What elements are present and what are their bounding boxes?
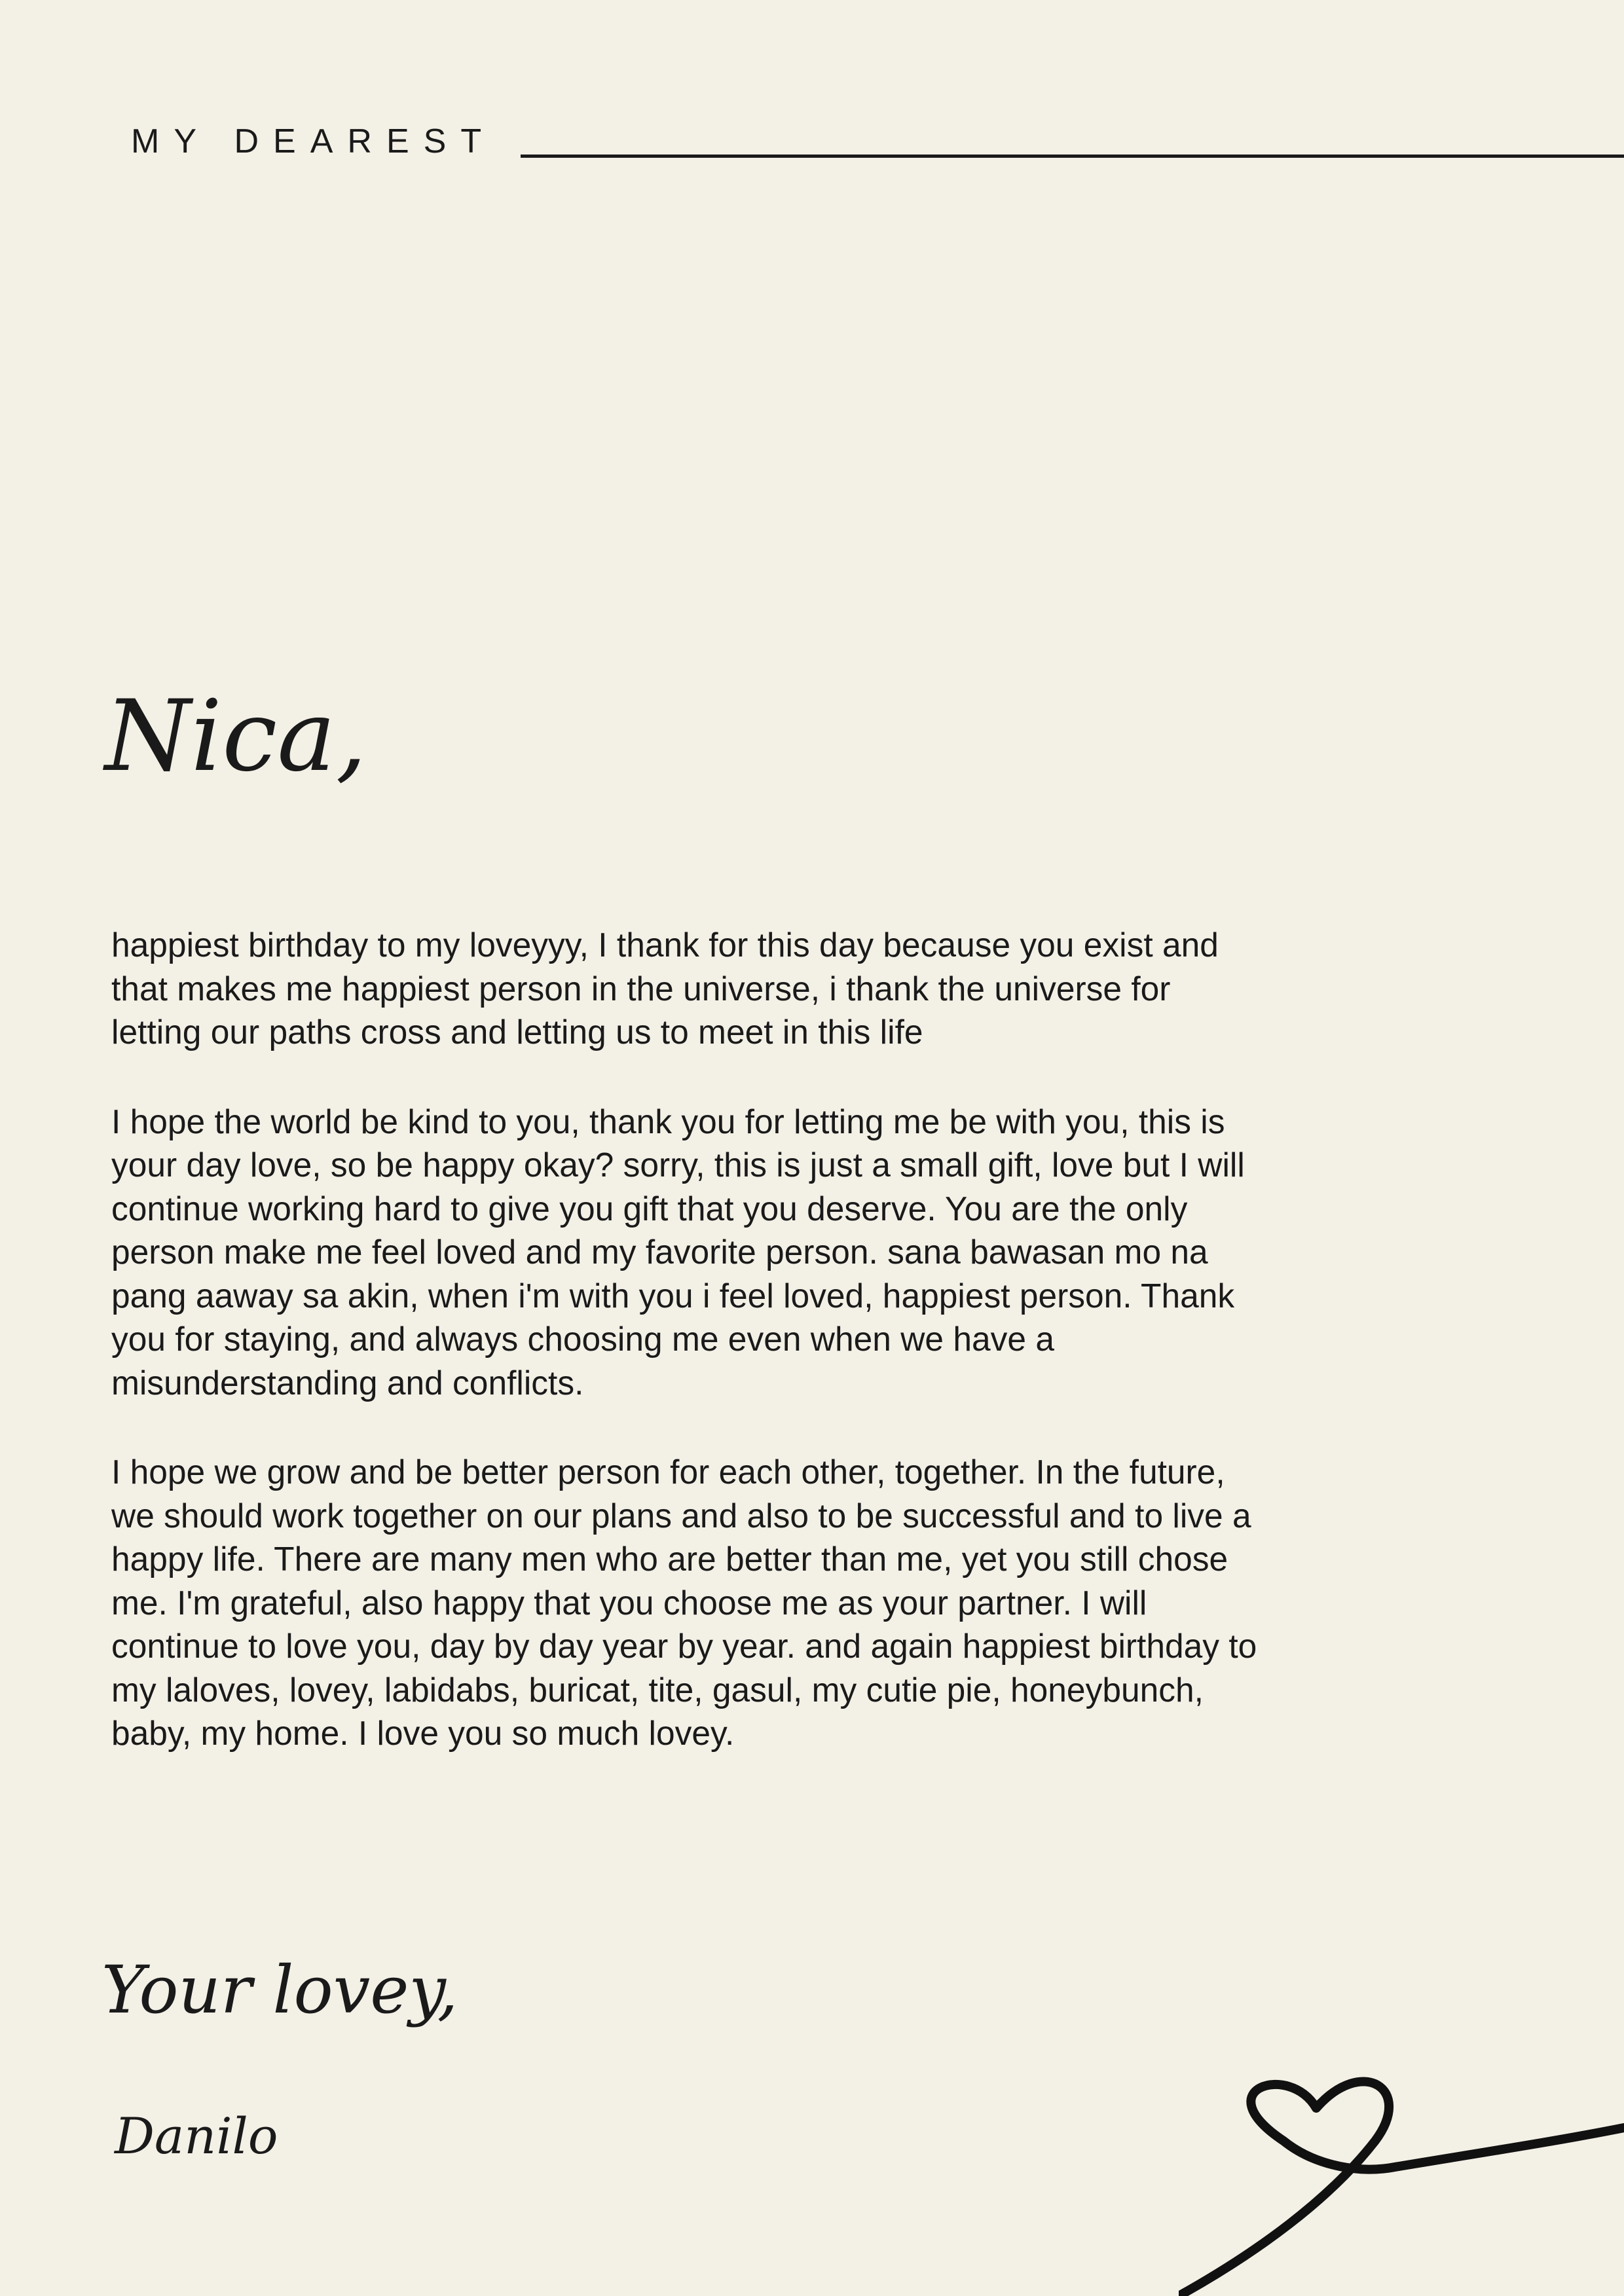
- letter-signature: Danilo: [115, 2107, 278, 2165]
- letter-header-label: MY DEAREST: [131, 122, 496, 160]
- letter-paragraph-2: I hope the world be kind to you, thank y…: [111, 1102, 1245, 1402]
- heart-line-stroke: [1179, 2077, 1624, 2296]
- header-divider-line: [521, 155, 1624, 158]
- letter-closing: Your lovey,: [101, 1952, 458, 2028]
- letter-paragraph-1: happiest birthday to my loveyyy, I thank…: [111, 926, 1219, 1051]
- letter-salutation: Nica,: [105, 680, 367, 793]
- letter-paragraph-3: I hope we grow and be better person for …: [111, 1453, 1257, 1752]
- heart-line-icon: [1179, 2077, 1624, 2296]
- letter-body: happiest birthday to my loveyyy, I thank…: [111, 923, 1264, 1801]
